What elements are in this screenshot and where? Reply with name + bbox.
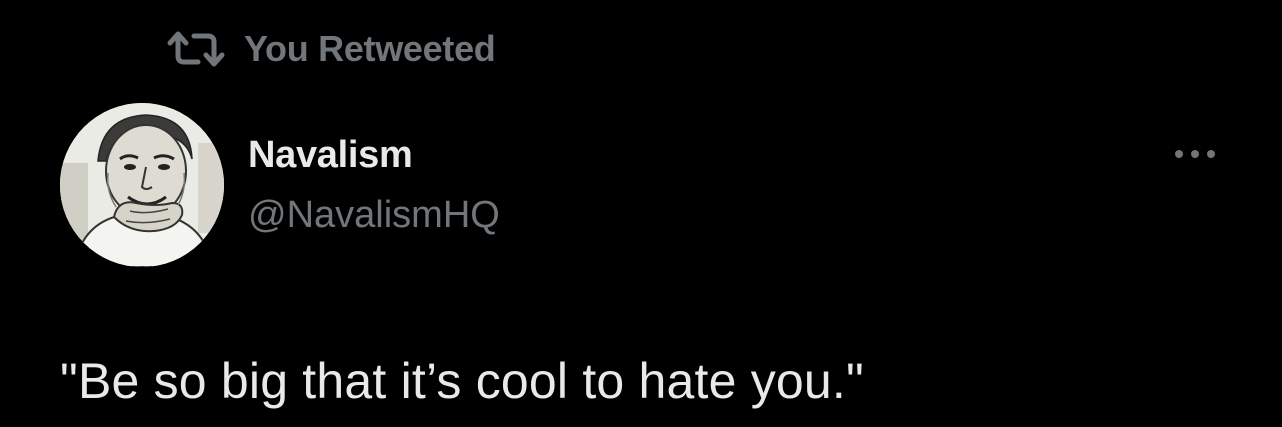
more-options-button[interactable]	[1168, 142, 1222, 170]
retweet-icon	[166, 29, 226, 69]
author-display-name[interactable]: Navalism	[248, 134, 413, 177]
retweet-label: You Retweeted	[244, 28, 496, 69]
tweet-card[interactable]: You Retweeted Navalism @NavalismHQ "Be s…	[0, 0, 1282, 427]
more-options-icon	[1173, 147, 1217, 165]
avatar[interactable]	[60, 103, 224, 267]
tweet-text: "Be so big that it’s cool to hate you."	[60, 353, 864, 409]
retweet-indicator: You Retweeted	[166, 26, 496, 72]
author-handle[interactable]: @NavalismHQ	[248, 194, 500, 237]
